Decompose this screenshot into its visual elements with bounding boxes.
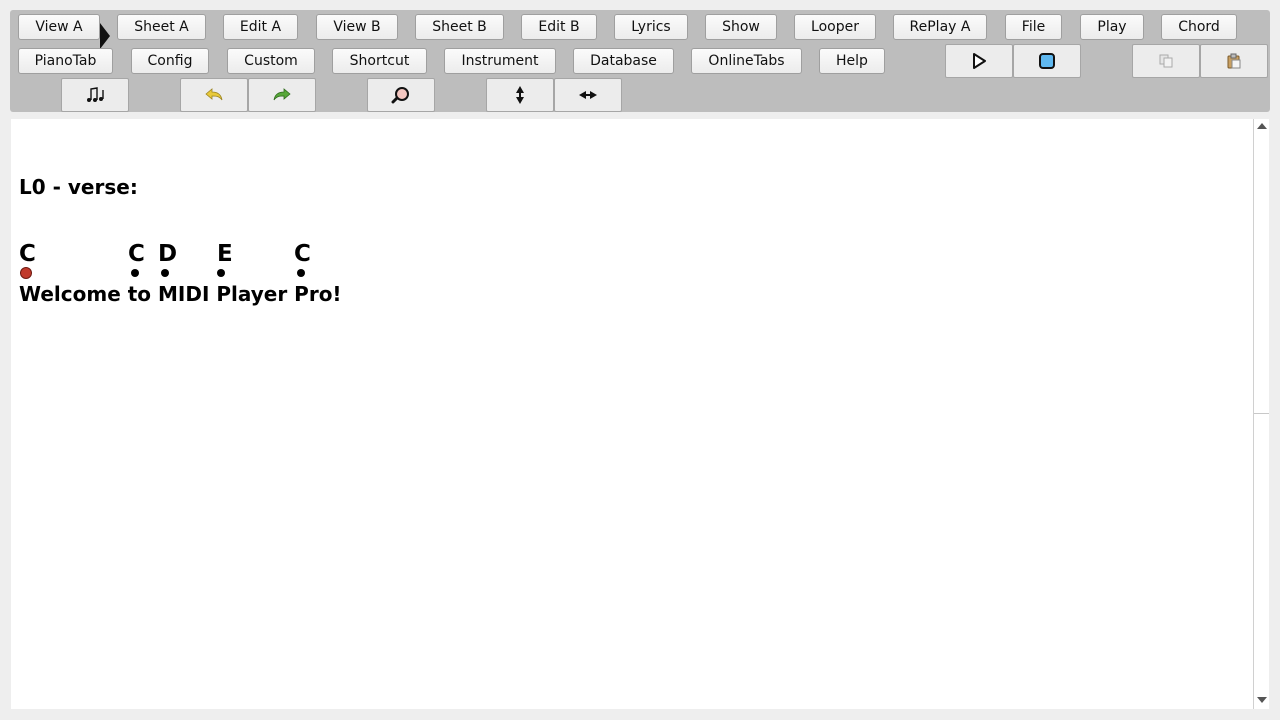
file-tab[interactable]: File [1005,14,1062,40]
undo-icon [205,88,223,101]
edit-a-tab[interactable]: Edit A [223,14,298,40]
vertical-resize-icon [516,86,524,104]
show-tab[interactable]: Show [705,14,777,40]
scroll-down-icon[interactable] [1257,697,1267,703]
search-zoom-icon [391,87,409,104]
paste-button[interactable] [1200,44,1268,78]
current-position-marker [20,267,32,279]
database-tab[interactable]: Database [573,48,674,74]
beat-marker [161,269,169,277]
lyrics-sheet-area[interactable]: L0 - verse: C C D E C Welcome to MIDI Pl… [11,119,1253,709]
view-b-tab[interactable]: View B [316,14,398,40]
active-tab-arrow-icon [100,23,110,49]
copy-icon [1159,54,1173,68]
notes-button[interactable] [61,78,129,112]
paste-icon [1227,53,1241,69]
notes-icon [87,87,104,102]
copy-button[interactable] [1132,44,1200,78]
toolbar: View A Sheet A Edit A View B Sheet B Edi… [10,10,1270,112]
undo-button[interactable] [180,78,248,112]
section-title: L0 - verse: [19,175,138,199]
chord-label: C [19,241,36,267]
horizontal-resize-icon [579,91,597,99]
beat-marker [217,269,225,277]
scrollbar-thumb[interactable] [1254,135,1269,414]
chord-label: C [128,241,145,267]
shortcut-tab[interactable]: Shortcut [332,48,427,74]
config-tab[interactable]: Config [131,48,209,74]
vertical-scrollbar[interactable] [1253,119,1269,709]
search-zoom-button[interactable] [367,78,435,112]
beat-marker [131,269,139,277]
play-icon [973,53,986,69]
instrument-tab[interactable]: Instrument [444,48,556,74]
vertical-resize-button[interactable] [486,78,554,112]
horizontal-resize-button[interactable] [554,78,622,112]
play-tab[interactable]: Play [1080,14,1144,40]
edit-b-tab[interactable]: Edit B [521,14,597,40]
chord-label: E [217,241,233,267]
view-a-tab[interactable]: View A [18,14,100,40]
onlinetabs-tab[interactable]: OnlineTabs [691,48,802,74]
redo-icon [273,88,291,101]
help-tab[interactable]: Help [819,48,885,74]
chord-label: D [158,241,178,267]
replay-a-tab[interactable]: RePlay A [893,14,987,40]
lyrics-tab[interactable]: Lyrics [614,14,688,40]
chord-tab[interactable]: Chord [1161,14,1237,40]
stop-icon [1039,53,1055,69]
chord-label: C [294,241,311,267]
lyric-line: Welcome to MIDI Player Pro! [19,282,342,306]
beat-marker [297,269,305,277]
stop-button[interactable] [1013,44,1081,78]
sheet-a-tab[interactable]: Sheet A [117,14,206,40]
pianotab-tab[interactable]: PianoTab [18,48,113,74]
looper-tab[interactable]: Looper [794,14,876,40]
custom-tab[interactable]: Custom [227,48,315,74]
play-button[interactable] [945,44,1013,78]
sheet-b-tab[interactable]: Sheet B [415,14,504,40]
scroll-up-icon[interactable] [1257,123,1267,129]
redo-button[interactable] [248,78,316,112]
